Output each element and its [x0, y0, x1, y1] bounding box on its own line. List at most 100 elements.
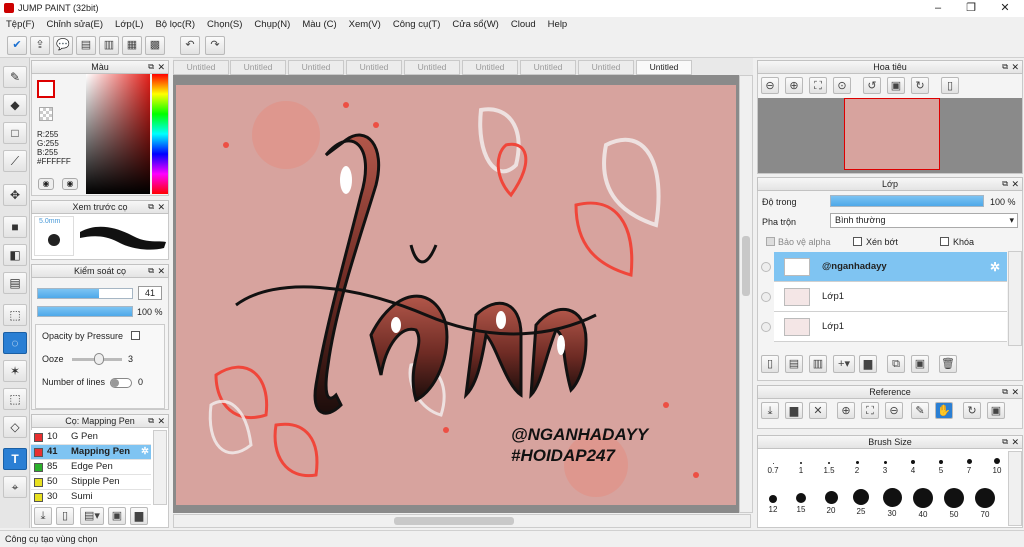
tab-untitled[interactable]: Untitled — [404, 60, 460, 75]
merge-layer-icon[interactable]: ▣ — [911, 355, 929, 373]
gradient-tool-icon[interactable]: ▤ — [3, 272, 27, 294]
close-icon[interactable]: ✕ — [1011, 61, 1019, 73]
fit-icon[interactable]: ⛶ — [809, 77, 827, 94]
lasso-tool-icon[interactable]: ◌ — [3, 332, 27, 354]
menu-filter[interactable]: Bộ lọc(R) — [149, 17, 201, 33]
rectangle-tool-icon[interactable]: □ — [3, 122, 27, 144]
hue-slider[interactable] — [152, 74, 168, 194]
brush-size-option[interactable]: 70 — [970, 488, 1000, 519]
reference-zoom-in-icon[interactable]: ⊕ — [837, 402, 855, 419]
layer-visibility-toggle[interactable] — [761, 292, 771, 302]
lock-checkbox[interactable] — [940, 237, 949, 246]
select-rect-tool-icon[interactable]: ⬚ — [3, 304, 27, 326]
brush-item-selected[interactable]: 41 Mapping Pen ✲ — [31, 445, 151, 460]
brush-item[interactable]: 10 G Pen — [31, 430, 151, 445]
line-tool-icon[interactable]: ⟋ — [3, 150, 27, 172]
minimize-button[interactable]: – — [920, 0, 956, 17]
close-icon[interactable]: ✕ — [157, 415, 165, 427]
brush-item[interactable]: 50 Stipple Pen — [31, 475, 151, 490]
message-icon[interactable]: ▤ — [76, 36, 96, 55]
layers-scrollbar[interactable] — [1008, 251, 1022, 346]
reference-download-icon[interactable]: ⤓ — [761, 402, 779, 419]
tab-untitled[interactable]: Untitled — [578, 60, 634, 75]
move-tool-icon[interactable]: ✥ — [3, 184, 27, 206]
comment-icon[interactable]: 💬 — [53, 36, 73, 55]
reference-close-icon[interactable]: ✕ — [809, 402, 827, 419]
reference-open-icon[interactable]: ▆ — [785, 402, 803, 419]
canvas-hscrollbar[interactable] — [173, 514, 751, 528]
close-button[interactable]: ✕ — [987, 0, 1023, 17]
popout-icon[interactable]: ⧉ — [1002, 178, 1008, 190]
eraser-tool-icon[interactable]: ◆ — [3, 94, 27, 116]
new-layer-page-icon[interactable]: ▥ — [809, 355, 827, 373]
reference-zoom-out-icon[interactable]: ⊖ — [885, 402, 903, 419]
brush-opacity-slider[interactable] — [37, 306, 133, 317]
duplicate-layer-icon[interactable]: ⧉ — [887, 355, 905, 373]
delete-layer-icon[interactable]: 🗑 — [939, 355, 957, 373]
brush-size-option[interactable]: 7 — [954, 459, 984, 475]
lines-toggle[interactable] — [110, 378, 132, 388]
brush-size-option[interactable]: 25 — [846, 489, 876, 516]
transparent-swatch[interactable] — [39, 107, 53, 121]
redo-icon[interactable]: ↷ — [205, 36, 225, 55]
brush-settings-icon[interactable]: ▣ — [108, 507, 126, 525]
saturation-value-picker[interactable] — [86, 74, 150, 194]
download-brush-icon[interactable]: ⤓ — [34, 507, 52, 525]
restore-button[interactable]: ❐ — [953, 0, 989, 17]
close-icon[interactable]: ✕ — [157, 201, 165, 213]
menu-edit[interactable]: Chỉnh sửa(E) — [41, 17, 110, 33]
canvas-vscrollbar[interactable] — [739, 75, 753, 513]
brush-size-option[interactable]: 3 — [870, 461, 900, 475]
brush-item[interactable]: 30 Sumi — [31, 490, 151, 505]
document-icon[interactable]: ▦ — [122, 36, 142, 55]
close-icon[interactable]: ✕ — [1011, 436, 1019, 448]
palette2-icon[interactable]: ◉ — [62, 178, 78, 190]
layer-folder-icon[interactable]: ▆ — [859, 355, 877, 373]
brush-size-option[interactable]: 20 — [816, 491, 846, 515]
fill-rect-tool-icon[interactable]: ■ — [3, 216, 27, 238]
export-icon[interactable]: ⇪ — [30, 36, 50, 55]
reference-fit-icon[interactable]: ⛶ — [861, 402, 879, 419]
brush-size-option[interactable]: 30 — [877, 488, 907, 518]
menu-tools[interactable]: Công cụ(T) — [387, 17, 447, 33]
tab-untitled[interactable]: Untitled — [173, 60, 229, 75]
layer-opacity-slider[interactable] — [830, 195, 984, 207]
brush-size-slider[interactable] — [37, 288, 133, 299]
ooze-slider-thumb[interactable] — [94, 353, 104, 365]
menu-window[interactable]: Cửa sổ(W) — [446, 17, 504, 33]
clip-checkbox[interactable] — [853, 237, 862, 246]
navigator-extra-icon[interactable]: ▯ — [941, 77, 959, 94]
brush-menu-icon[interactable]: ▤▾ — [80, 507, 104, 525]
brush-size-option[interactable]: 5 — [926, 460, 956, 475]
popout-icon[interactable]: ⧉ — [148, 265, 154, 277]
actual-size-icon[interactable]: ⊙ — [833, 77, 851, 94]
close-icon[interactable]: ✕ — [157, 61, 165, 73]
flip-icon[interactable]: ▣ — [887, 77, 905, 94]
menu-layer[interactable]: Lớp(L) — [109, 17, 149, 33]
menu-view[interactable]: Xem(V) — [343, 17, 387, 33]
popout-icon[interactable]: ⧉ — [1002, 436, 1008, 448]
foreground-color-swatch[interactable] — [37, 80, 55, 98]
tab-untitled[interactable]: Untitled — [288, 60, 344, 75]
brush-size-option[interactable]: 0.7 — [758, 463, 788, 475]
gear-icon[interactable]: ✲ — [141, 445, 149, 459]
layer-visibility-toggle[interactable] — [761, 322, 771, 332]
check-icon[interactable]: ✔ — [7, 36, 27, 55]
brush-size-option[interactable]: 2 — [842, 461, 872, 475]
brush-size-option[interactable]: 50 — [939, 488, 969, 519]
popout-icon[interactable]: ⧉ — [148, 415, 154, 427]
select-pen-icon[interactable]: ⬚ — [3, 388, 27, 410]
close-icon[interactable]: ✕ — [157, 265, 165, 277]
menu-capture[interactable]: Chụp(N) — [248, 17, 296, 33]
menu-color[interactable]: Màu (C) — [296, 17, 342, 33]
gear-icon[interactable]: ✲ — [990, 260, 1000, 274]
layer-visibility-toggle[interactable] — [761, 262, 771, 272]
tab-untitled[interactable]: Untitled — [520, 60, 576, 75]
rotate-left-icon[interactable]: ↺ — [863, 77, 881, 94]
magic-wand-icon[interactable]: ✶ — [3, 360, 27, 382]
zoom-out-icon[interactable]: ⊖ — [761, 77, 779, 94]
opacity-pressure-checkbox[interactable] — [131, 331, 140, 340]
reference-hand-icon[interactable]: ✋ — [935, 402, 953, 419]
brush-folder-icon[interactable]: ▆ — [130, 507, 148, 525]
zoom-in-icon[interactable]: ⊕ — [785, 77, 803, 94]
